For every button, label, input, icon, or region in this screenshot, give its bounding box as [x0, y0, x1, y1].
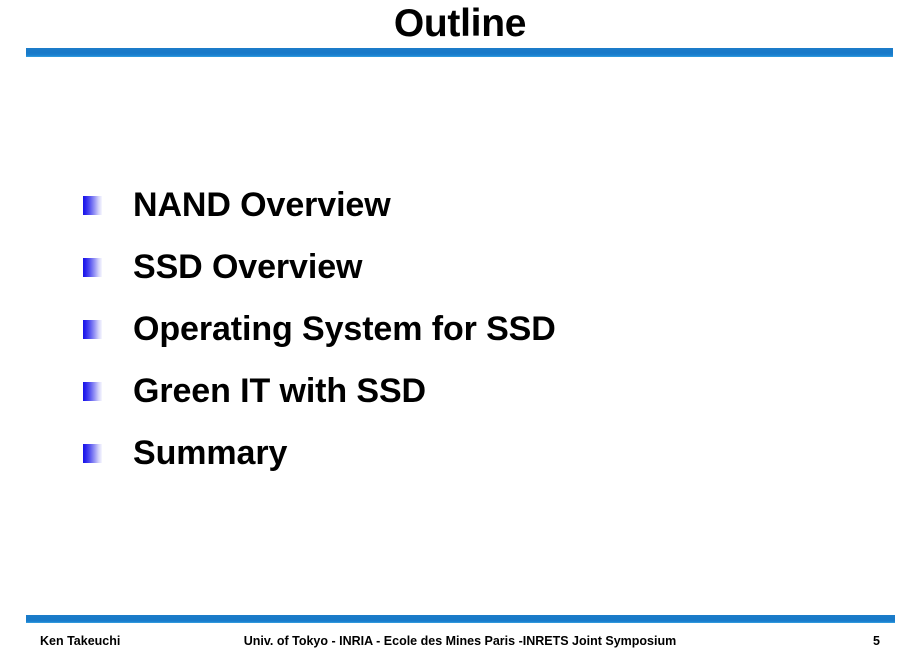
list-item[interactable]: NAND Overview — [0, 174, 920, 236]
list-item[interactable]: Summary — [0, 422, 920, 484]
footer-divider-rule — [26, 615, 895, 623]
list-item-label: Green IT with SSD — [133, 372, 427, 410]
title-divider-rule — [26, 48, 893, 57]
square-bullet-icon — [83, 319, 102, 339]
list-item[interactable]: Operating System for SSD — [0, 298, 920, 360]
list-item-label: NAND Overview — [133, 186, 391, 224]
list-item[interactable]: SSD Overview — [0, 236, 920, 298]
list-item-label: Operating System for SSD — [133, 310, 556, 348]
square-bullet-icon — [83, 443, 102, 463]
footer-page-number: 5 — [873, 634, 880, 648]
list-item[interactable]: Green IT with SSD — [0, 360, 920, 422]
list-item-label: SSD Overview — [133, 248, 363, 286]
list-item-label: Summary — [133, 434, 288, 472]
outline-bullet-list: NAND Overview SSD Overview Operating Sys… — [0, 174, 920, 484]
square-bullet-icon — [83, 257, 102, 277]
square-bullet-icon — [83, 195, 102, 215]
page-title: Outline — [393, 2, 527, 45]
square-bullet-icon — [83, 381, 102, 401]
presentation-slide: Outline NAND Overview SSD Overview Opera… — [0, 0, 920, 651]
